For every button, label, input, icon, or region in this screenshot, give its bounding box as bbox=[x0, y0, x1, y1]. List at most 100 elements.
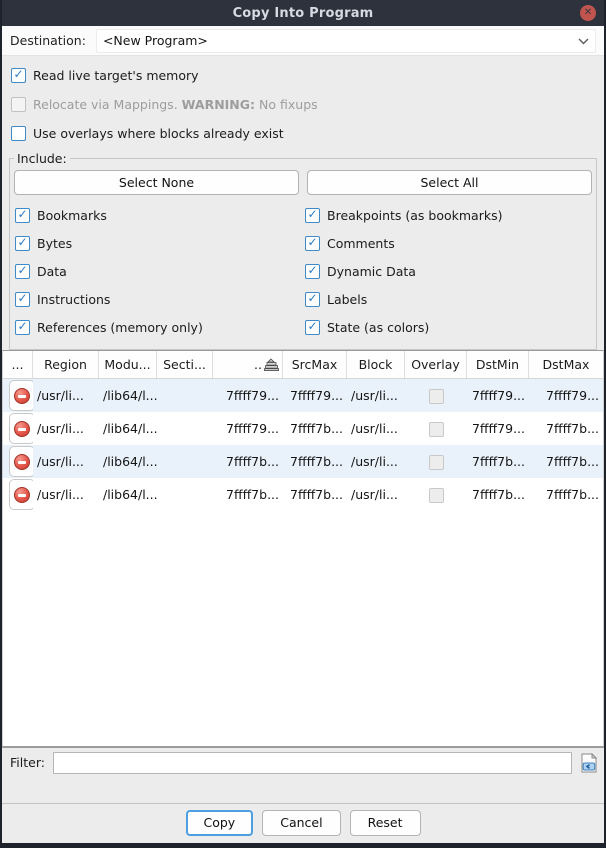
cell-dstmax: 7ffff7b... bbox=[529, 487, 603, 502]
column-header-srcmax[interactable]: SrcMax bbox=[283, 351, 347, 378]
table-body: /usr/li... /lib64/l... 7ffff79... 7ffff7… bbox=[3, 379, 603, 511]
cell-region: /usr/li... bbox=[33, 388, 99, 403]
overlay-checkbox[interactable] bbox=[429, 389, 444, 404]
checkbox[interactable]: ✓ bbox=[11, 126, 26, 141]
remove-row-button[interactable] bbox=[9, 413, 33, 444]
cell-module: /lib64/l... bbox=[99, 388, 157, 403]
cell-module: /lib64/l... bbox=[99, 487, 157, 502]
remove-row-button[interactable] bbox=[9, 380, 33, 411]
checkbox[interactable]: ✓ bbox=[15, 292, 30, 307]
column-header-dstmin[interactable]: DstMin bbox=[467, 351, 529, 378]
remove-icon bbox=[14, 487, 30, 503]
titlebar: Copy Into Program ✕ bbox=[2, 0, 604, 26]
cell-srcmin: 7ffff79... bbox=[213, 421, 283, 436]
options-section: ✓ Read live target's memory ✓ Relocate v… bbox=[2, 56, 604, 151]
include-item-state[interactable]: ✓ State (as colors) bbox=[305, 313, 591, 341]
checkbox[interactable]: ✓ bbox=[15, 236, 30, 251]
column-header-overlay[interactable]: Overlay bbox=[405, 351, 467, 378]
filter-bar: Filter: bbox=[2, 747, 604, 777]
include-item-bytes[interactable]: ✓ Bytes bbox=[15, 229, 301, 257]
cell-srcmin: 7ffff7b... bbox=[213, 454, 283, 469]
close-icon[interactable]: ✕ bbox=[580, 5, 596, 21]
cell-module: /lib64/l... bbox=[99, 421, 157, 436]
option-use-overlays[interactable]: ✓ Use overlays where blocks already exis… bbox=[11, 122, 595, 144]
column-header-actions[interactable]: ... bbox=[3, 351, 33, 378]
column-header-section[interactable]: Secti... bbox=[157, 351, 213, 378]
cell-srcmax: 7ffff7b... bbox=[283, 454, 347, 469]
cell-block: /usr/li... bbox=[347, 388, 405, 403]
select-none-button[interactable]: Select None bbox=[14, 170, 299, 195]
checkbox[interactable]: ✓ bbox=[305, 236, 320, 251]
cell-dstmin: 7ffff79... bbox=[467, 421, 529, 436]
column-header-block[interactable]: Block bbox=[347, 351, 405, 378]
include-item-labels[interactable]: ✓ Labels bbox=[305, 285, 591, 313]
table-row[interactable]: /usr/li... /lib64/l... 7ffff79... 7ffff7… bbox=[3, 379, 603, 412]
cell-srcmax: 7ffff7b... bbox=[283, 421, 347, 436]
destination-value: <New Program> bbox=[103, 33, 208, 48]
checkbox[interactable]: ✓ bbox=[11, 68, 26, 83]
checkbox[interactable]: ✓ bbox=[305, 320, 320, 335]
include-item-comments[interactable]: ✓ Comments bbox=[305, 229, 591, 257]
table-row[interactable]: /usr/li... /lib64/l... 7ffff79... 7ffff7… bbox=[3, 412, 603, 445]
include-item-instructions[interactable]: ✓ Instructions bbox=[15, 285, 301, 313]
cell-block: /usr/li... bbox=[347, 421, 405, 436]
include-item-data[interactable]: ✓ Data bbox=[15, 257, 301, 285]
table-row[interactable]: /usr/li... /lib64/l... 7ffff7b... 7ffff7… bbox=[3, 445, 603, 478]
column-header-srcmin[interactable]: .. bbox=[213, 351, 283, 378]
mapping-table: ... Region Modu... Secti... .. SrcMax Bl… bbox=[2, 350, 604, 747]
column-header-dstmax[interactable]: DstMax bbox=[529, 351, 603, 378]
cell-dstmin: 7ffff7b... bbox=[467, 454, 529, 469]
include-item-references[interactable]: ✓ References (memory only) bbox=[15, 313, 301, 341]
cell-region: /usr/li... bbox=[33, 421, 99, 436]
sort-ascending-icon bbox=[264, 358, 279, 371]
warning-label: WARNING: bbox=[182, 97, 255, 112]
cell-dstmin: 7ffff79... bbox=[467, 388, 529, 403]
destination-combobox[interactable]: <New Program> bbox=[96, 29, 596, 53]
remove-icon bbox=[14, 454, 30, 470]
chevron-down-icon bbox=[578, 38, 589, 45]
cell-dstmax: 7ffff79... bbox=[529, 388, 603, 403]
include-checkbox-grid: ✓ Bookmarks ✓ Breakpoints (as bookmarks)… bbox=[13, 199, 593, 341]
overlay-checkbox[interactable] bbox=[429, 488, 444, 503]
dialog-title: Copy Into Program bbox=[233, 6, 374, 21]
overlay-checkbox[interactable] bbox=[429, 422, 444, 437]
cancel-button[interactable]: Cancel bbox=[262, 810, 340, 836]
option-read-live-memory[interactable]: ✓ Read live target's memory bbox=[11, 64, 595, 86]
actions-row: Copy Cancel Reset bbox=[2, 803, 604, 843]
cell-block: /usr/li... bbox=[347, 487, 405, 502]
overlay-checkbox[interactable] bbox=[429, 455, 444, 470]
cell-dstmax: 7ffff7b... bbox=[529, 454, 603, 469]
destination-label: Destination: bbox=[10, 33, 86, 48]
select-all-button[interactable]: Select All bbox=[307, 170, 592, 195]
checkbox[interactable]: ✓ bbox=[305, 292, 320, 307]
checkbox[interactable]: ✓ bbox=[305, 264, 320, 279]
cell-block: /usr/li... bbox=[347, 454, 405, 469]
copy-into-program-dialog: Copy Into Program ✕ Destination: <New Pr… bbox=[0, 0, 606, 848]
include-item-breakpoints[interactable]: ✓ Breakpoints (as bookmarks) bbox=[305, 201, 591, 229]
remove-icon bbox=[14, 388, 30, 404]
table-header-row: ... Region Modu... Secti... .. SrcMax Bl… bbox=[3, 351, 603, 379]
table-row[interactable]: /usr/li... /lib64/l... 7ffff7b... 7ffff7… bbox=[3, 478, 603, 511]
include-item-dynamic-data[interactable]: ✓ Dynamic Data bbox=[305, 257, 591, 285]
checkbox[interactable]: ✓ bbox=[15, 264, 30, 279]
filter-label: Filter: bbox=[10, 755, 45, 770]
checkbox[interactable]: ✓ bbox=[11, 97, 26, 112]
copy-button[interactable]: Copy bbox=[186, 810, 254, 836]
reset-button[interactable]: Reset bbox=[350, 810, 421, 836]
column-header-module[interactable]: Modu... bbox=[99, 351, 157, 378]
checkbox[interactable]: ✓ bbox=[305, 208, 320, 223]
column-header-region[interactable]: Region bbox=[33, 351, 99, 378]
remove-row-button[interactable] bbox=[9, 446, 33, 477]
remove-row-button[interactable] bbox=[9, 479, 33, 510]
cell-module: /lib64/l... bbox=[99, 454, 157, 469]
checkbox[interactable]: ✓ bbox=[15, 320, 30, 335]
checkbox[interactable]: ✓ bbox=[15, 208, 30, 223]
filter-options-icon[interactable] bbox=[580, 753, 598, 773]
option-relocate-via-mappings[interactable]: ✓ Relocate via Mappings. WARNING: No fix… bbox=[11, 93, 595, 115]
cell-region: /usr/li... bbox=[33, 487, 99, 502]
cell-dstmin: 7ffff7b... bbox=[467, 487, 529, 502]
include-item-bookmarks[interactable]: ✓ Bookmarks bbox=[15, 201, 301, 229]
actions-zone: Copy Cancel Reset bbox=[2, 777, 604, 843]
filter-input[interactable] bbox=[53, 752, 572, 774]
cell-srcmax: 7ffff7b... bbox=[283, 487, 347, 502]
